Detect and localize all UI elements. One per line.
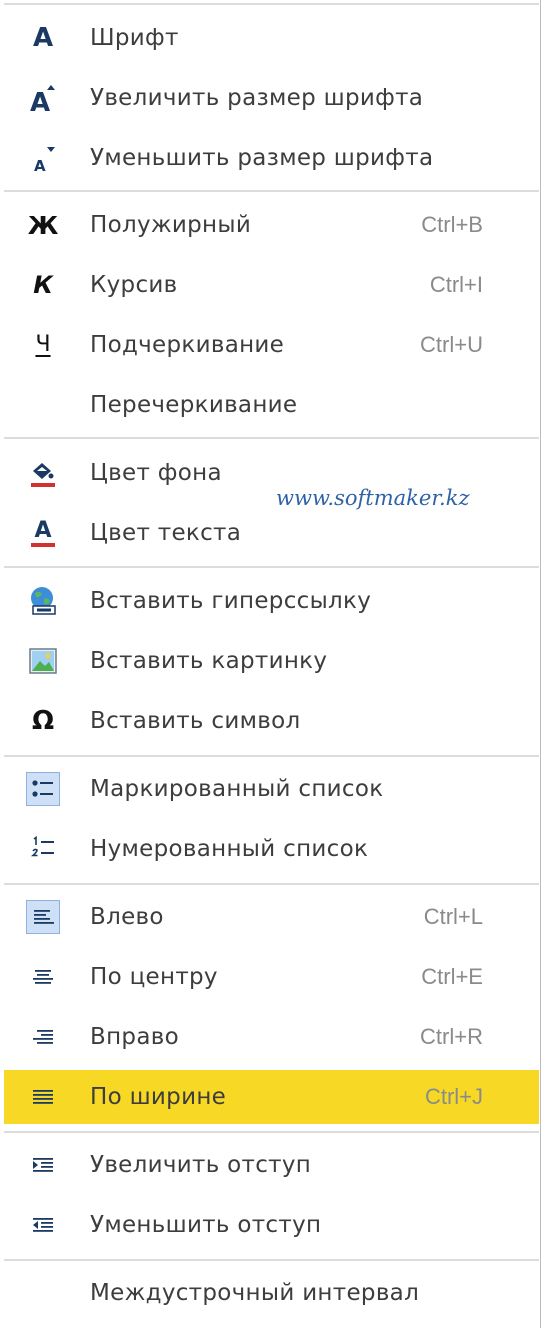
menu-item-label: Маркированный список <box>90 776 384 802</box>
context-menu: A Шрифт A Увеличить размер шрифта A Умен… <box>0 0 541 1328</box>
menu-item-align-center[interactable]: По центру Ctrl+E <box>4 950 539 1004</box>
increase-font-size-icon: A <box>26 81 60 115</box>
menu-item-increase-font-size[interactable]: A Увеличить размер шрифта <box>4 71 539 125</box>
decrease-font-size-icon: A <box>26 141 60 175</box>
menu-item-label: Цвет фона <box>90 460 222 486</box>
menu-item-decrease-font-size[interactable]: A Уменьшить размер шрифта <box>4 131 539 185</box>
decrease-indent-icon <box>26 1208 60 1242</box>
menu-item-label: Вправо <box>90 1024 179 1050</box>
underline-icon: Ч <box>35 332 51 357</box>
svg-text:A: A <box>34 157 46 175</box>
menu-separator <box>4 190 539 192</box>
menu-item-strikethrough[interactable]: Перечеркивание <box>4 378 539 432</box>
menu-item-text-color[interactable]: A Цвет текста <box>4 506 539 560</box>
menu-item-label: По ширине <box>90 1084 227 1110</box>
menu-item-bulleted-list[interactable]: Маркированный список <box>4 762 539 816</box>
menu-separator <box>4 883 539 885</box>
menu-item-line-spacing[interactable]: Междустрочный интервал <box>4 1266 539 1320</box>
menu-item-insert-symbol[interactable]: Ω Вставить символ <box>4 694 539 748</box>
shortcut-label: Ctrl+L <box>423 904 483 929</box>
menu-separator <box>4 755 539 757</box>
menu-item-label: Увеличить отступ <box>90 1152 312 1178</box>
menu-separator <box>4 437 539 439</box>
menu-item-align-left[interactable]: Влево Ctrl+L <box>4 890 539 944</box>
menu-item-align-right[interactable]: Вправо Ctrl+R <box>4 1010 539 1064</box>
menu-item-bold[interactable]: Ж Полужирный Ctrl+B <box>4 198 539 252</box>
align-left-icon <box>26 900 60 934</box>
numbered-list-icon <box>26 832 60 866</box>
menu-item-font[interactable]: A Шрифт <box>4 11 539 65</box>
menu-item-increase-indent[interactable]: Увеличить отступ <box>4 1138 539 1192</box>
menu-item-numbered-list[interactable]: Нумерованный список <box>4 822 539 876</box>
menu-item-label: Перечеркивание <box>90 392 298 418</box>
menu-item-italic[interactable]: К Курсив Ctrl+I <box>4 258 539 312</box>
menu-separator <box>4 1131 539 1133</box>
shortcut-label: Ctrl+I <box>429 272 483 297</box>
menu-item-label: Вставить символ <box>90 708 301 734</box>
shortcut-label: Ctrl+E <box>421 964 483 989</box>
bold-icon: Ж <box>27 210 59 240</box>
menu-item-decrease-indent[interactable]: Уменьшить отступ <box>4 1198 539 1252</box>
menu-item-label: Полужирный <box>90 212 252 238</box>
menu-item-justify[interactable]: По ширине Ctrl+J <box>4 1070 539 1124</box>
watermark-text: www.softmaker.kz <box>276 486 470 510</box>
hyperlink-globe-icon <box>26 584 60 618</box>
align-justify-icon <box>26 1080 60 1114</box>
omega-icon: Ω <box>31 706 55 736</box>
menu-separator <box>4 566 539 568</box>
menu-separator <box>4 3 539 5</box>
align-right-icon <box>26 1020 60 1054</box>
menu-item-label: Подчеркивание <box>90 332 285 358</box>
menu-item-label: Курсив <box>90 272 178 298</box>
paint-bucket-icon <box>26 456 60 490</box>
menu-item-label: Уменьшить отступ <box>90 1212 322 1238</box>
menu-item-label: По центру <box>90 964 218 990</box>
menu-item-label: Шрифт <box>90 25 179 51</box>
shortcut-label: Ctrl+U <box>420 332 483 357</box>
shortcut-label: Ctrl+J <box>424 1084 483 1109</box>
menu-item-label: Уменьшить размер шрифта <box>90 145 434 171</box>
menu-item-label: Междустрочный интервал <box>90 1280 420 1306</box>
image-icon <box>26 644 60 678</box>
menu-item-insert-hyperlink[interactable]: Вставить гиперссылку <box>4 574 539 628</box>
menu-separator <box>4 1259 539 1261</box>
svg-text:A: A <box>30 88 50 115</box>
shortcut-label: Ctrl+B <box>421 212 483 237</box>
menu-item-insert-image[interactable]: Вставить картинку <box>4 634 539 688</box>
bulleted-list-icon <box>26 772 60 806</box>
menu-item-underline[interactable]: Ч Подчеркивание Ctrl+U <box>4 318 539 372</box>
menu-item-label: Нумерованный список <box>90 836 369 862</box>
menu-item-label: Вставить картинку <box>90 648 328 674</box>
menu-item-label: Цвет текста <box>90 520 242 546</box>
text-color-icon: A <box>26 516 60 550</box>
font-icon: A <box>32 23 54 53</box>
italic-icon: К <box>33 271 53 299</box>
increase-indent-icon <box>26 1148 60 1182</box>
align-center-icon <box>26 960 60 994</box>
menu-item-label: Увеличить размер шрифта <box>90 85 424 111</box>
shortcut-label: Ctrl+R <box>420 1024 483 1049</box>
menu-item-label: Вставить гиперссылку <box>90 588 372 614</box>
menu-item-label: Влево <box>90 904 164 930</box>
